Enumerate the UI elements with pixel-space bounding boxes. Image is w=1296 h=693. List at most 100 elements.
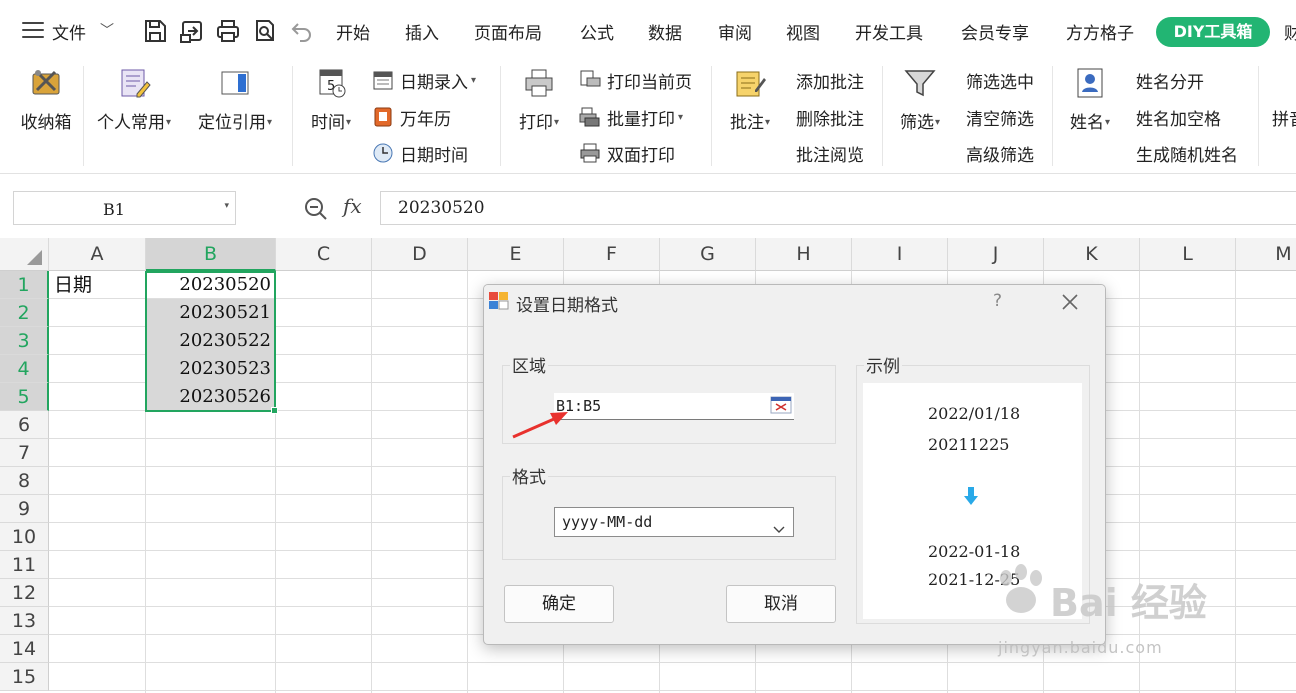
dialog-title-bar[interactable]: 设置日期格式 ?: [484, 285, 1105, 319]
region-input[interactable]: B1:B5: [554, 393, 794, 420]
format-select[interactable]: yyyy-MM-dd: [554, 507, 794, 537]
cell-b3[interactable]: 20230522: [146, 327, 275, 355]
column-header-k[interactable]: K: [1044, 238, 1140, 271]
row-header-2[interactable]: 2: [0, 299, 49, 327]
tab-formula[interactable]: 公式: [580, 19, 614, 44]
row-header-4[interactable]: 4: [0, 355, 49, 383]
row-header-14[interactable]: 14: [0, 635, 49, 663]
print-icon[interactable]: [215, 18, 241, 44]
column-header-c[interactable]: C: [276, 238, 372, 271]
column-header-g[interactable]: G: [660, 238, 756, 271]
tab-home[interactable]: 开始: [336, 19, 370, 44]
name-split-button[interactable]: 姓名分开: [1136, 66, 1204, 94]
column-header-d[interactable]: D: [372, 238, 468, 271]
delete-comment-button[interactable]: 删除批注: [796, 103, 864, 131]
column-header-a[interactable]: A: [49, 238, 146, 271]
random-name-label: 生成随机姓名: [1136, 145, 1238, 166]
row-header-15[interactable]: 15: [0, 663, 49, 691]
row-header-13[interactable]: 13: [0, 607, 49, 635]
formula-input[interactable]: 20230520: [380, 191, 1296, 225]
help-icon[interactable]: ?: [993, 291, 1002, 311]
perpetual-calendar-button[interactable]: 万年历: [372, 103, 451, 131]
name-add-space-label: 姓名加空格: [1136, 109, 1221, 130]
column-header-m[interactable]: M: [1236, 238, 1296, 271]
fx-icon[interactable]: fx: [343, 194, 362, 218]
clear-filter-button[interactable]: 清空筛选: [966, 103, 1034, 131]
duplex-print-button[interactable]: 双面打印: [579, 139, 675, 167]
advanced-filter-button[interactable]: 高级筛选: [966, 139, 1034, 167]
print-current-page-button[interactable]: 打印当前页: [579, 66, 692, 94]
column-header-b[interactable]: B: [146, 238, 276, 271]
save-icon[interactable]: [142, 18, 168, 44]
file-menu[interactable]: 文件: [52, 19, 86, 44]
cell-a1[interactable]: 日期: [54, 271, 92, 299]
storage-box-button[interactable]: 收纳箱: [16, 66, 76, 133]
tab-review[interactable]: 审阅: [718, 19, 752, 44]
personal-common-label: 个人常用: [96, 113, 165, 133]
name-add-space-button[interactable]: 姓名加空格: [1136, 103, 1221, 131]
column-header-e[interactable]: E: [468, 238, 564, 271]
column-header-l[interactable]: L: [1140, 238, 1236, 271]
row-header-5[interactable]: 5: [0, 383, 49, 411]
dropdown-caret-icon: ▾: [553, 117, 560, 128]
tab-insert[interactable]: 插入: [405, 19, 439, 44]
filter-button[interactable]: 筛选▾: [892, 66, 948, 133]
cell-b1[interactable]: 20230520: [146, 271, 275, 299]
row-header-7[interactable]: 7: [0, 439, 49, 467]
random-name-button[interactable]: 生成随机姓名: [1136, 139, 1238, 167]
undo-icon[interactable]: [289, 18, 315, 44]
print-button[interactable]: 打印▾: [511, 66, 567, 133]
select-all-corner[interactable]: [0, 238, 49, 271]
column-header-j[interactable]: J: [948, 238, 1044, 271]
chevron-down-icon[interactable]: ﹀: [100, 20, 114, 40]
name-box[interactable]: B1 ▾: [13, 191, 236, 225]
tab-fangfang[interactable]: 方方格子: [1066, 19, 1134, 44]
time-button[interactable]: 5 时间▾: [303, 66, 359, 133]
row-header-11[interactable]: 11: [0, 551, 49, 579]
tab-view[interactable]: 视图: [786, 19, 820, 44]
tab-diy-toolbox[interactable]: DIY工具箱: [1156, 17, 1270, 47]
row-header-12[interactable]: 12: [0, 579, 49, 607]
print-preview-icon[interactable]: [252, 18, 278, 44]
tab-page-layout[interactable]: 页面布局: [474, 19, 542, 44]
fill-handle[interactable]: [271, 407, 278, 414]
name-button[interactable]: 姓名▾: [1062, 66, 1118, 133]
filter-selected-button[interactable]: 筛选选中: [966, 66, 1034, 94]
comment-button[interactable]: 批注▾: [722, 66, 778, 133]
pinyin-button[interactable]: 拼音: [1272, 103, 1296, 131]
tab-developer[interactable]: 开发工具: [855, 19, 923, 44]
add-comment-button[interactable]: 添加批注: [796, 66, 864, 94]
row-header-3[interactable]: 3: [0, 327, 49, 355]
cell-b2[interactable]: 20230521: [146, 299, 275, 327]
cell-b4[interactable]: 20230523: [146, 355, 275, 383]
column-header-h[interactable]: H: [756, 238, 852, 271]
date-time-button[interactable]: 日期时间: [372, 139, 468, 167]
row-header-8[interactable]: 8: [0, 467, 49, 495]
dropdown-caret-icon[interactable]: ▾: [224, 201, 229, 211]
tab-overflow[interactable]: 财: [1284, 19, 1296, 44]
row-header-9[interactable]: 9: [0, 495, 49, 523]
cell-b5[interactable]: 20230526: [146, 383, 275, 411]
hamburger-menu-icon[interactable]: [22, 22, 44, 40]
close-icon[interactable]: [1058, 290, 1082, 314]
note-pencil-icon: [733, 66, 767, 100]
export-icon[interactable]: [179, 18, 205, 44]
column-header-i[interactable]: I: [852, 238, 948, 271]
personal-common-button[interactable]: 个人常用▾: [90, 66, 178, 133]
date-entry-button[interactable]: 日期录入 ▾: [372, 66, 476, 94]
tab-member[interactable]: 会员专享: [961, 19, 1029, 44]
perpetual-calendar-label: 万年历: [400, 109, 451, 130]
row-header-10[interactable]: 10: [0, 523, 49, 551]
column-header-f[interactable]: F: [564, 238, 660, 271]
tab-data[interactable]: 数据: [648, 19, 682, 44]
batch-print-button[interactable]: 批量打印 ▾: [579, 103, 683, 131]
printer-icon: [522, 66, 556, 100]
cancel-button[interactable]: 取消: [726, 585, 836, 623]
locate-ref-button[interactable]: 定位引用▾: [190, 66, 280, 133]
range-picker-icon[interactable]: [770, 396, 792, 414]
row-header-1[interactable]: 1: [0, 271, 49, 299]
zoom-icon[interactable]: [303, 196, 329, 222]
ok-button[interactable]: 确定: [504, 585, 614, 623]
comment-review-button[interactable]: 批注阅览: [796, 139, 864, 167]
row-header-6[interactable]: 6: [0, 411, 49, 439]
